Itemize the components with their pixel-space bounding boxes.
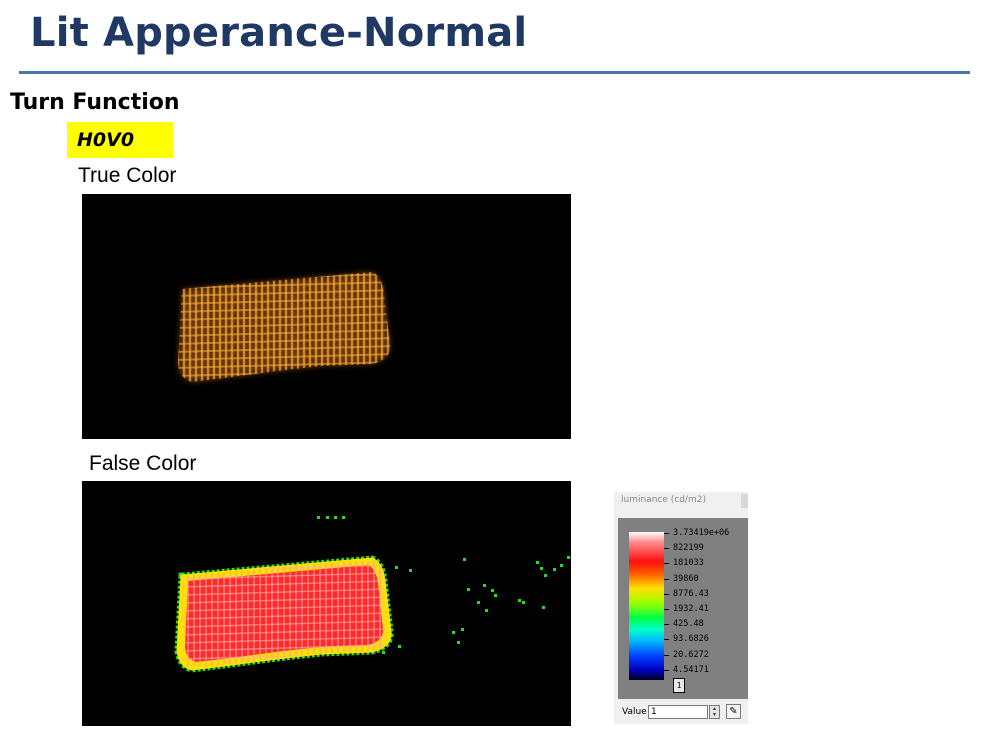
eyedropper-icon[interactable]: ✎ bbox=[726, 704, 741, 719]
legend-value: 822199 bbox=[673, 543, 704, 554]
luminance-color-scale bbox=[629, 532, 664, 680]
legend-min-value[interactable]: 1 bbox=[673, 678, 685, 693]
legend-tick bbox=[664, 639, 669, 641]
legend-value: 181033 bbox=[673, 558, 704, 569]
value-label: Value bbox=[622, 707, 647, 717]
legend-value: 4.54171 bbox=[673, 664, 709, 675]
legend-value: 1932.41 bbox=[673, 604, 709, 614]
false-color-image bbox=[82, 481, 571, 726]
legend-scrollbar[interactable] bbox=[741, 494, 748, 508]
legend-tick bbox=[664, 609, 669, 610]
page-title: Lit Apperance-Normal bbox=[30, 10, 528, 56]
legend-value: 20.6272 bbox=[673, 649, 709, 660]
luminance-legend-panel: luminance (cd/m2) 3.73419e+06 822199 18103… bbox=[614, 492, 748, 724]
legend-tick bbox=[664, 563, 669, 565]
legend-title: luminance (cd/m2) bbox=[621, 495, 706, 505]
section-heading: Turn Function bbox=[10, 90, 180, 115]
legend-body: 3.73419e+06 822199 181033 39860 8776.43 1932.… bbox=[618, 518, 748, 699]
legend-tick bbox=[664, 669, 669, 671]
legend-value: 39860 bbox=[673, 573, 699, 584]
title-divider bbox=[19, 71, 970, 74]
legend-tick bbox=[664, 533, 669, 534]
legend-tick bbox=[664, 548, 669, 550]
legend-value: 8776.43 bbox=[673, 588, 709, 599]
legend-value: 425.48 bbox=[673, 619, 704, 630]
legend-value: 3.73419e+06 bbox=[673, 528, 730, 538]
position-tag: H0V0 bbox=[67, 122, 173, 158]
legend-value: 93.6826 bbox=[673, 634, 709, 645]
spinner-arrows-icon[interactable]: ▲ ▼ bbox=[709, 705, 720, 719]
value-input[interactable] bbox=[648, 705, 708, 719]
legend-tick bbox=[664, 578, 669, 580]
legend-tick bbox=[664, 593, 669, 595]
legend-tick bbox=[664, 624, 669, 626]
true-color-image bbox=[82, 194, 571, 439]
true-color-label: True Color bbox=[78, 164, 177, 187]
legend-tick bbox=[664, 654, 669, 656]
false-color-label: False Color bbox=[89, 452, 197, 475]
